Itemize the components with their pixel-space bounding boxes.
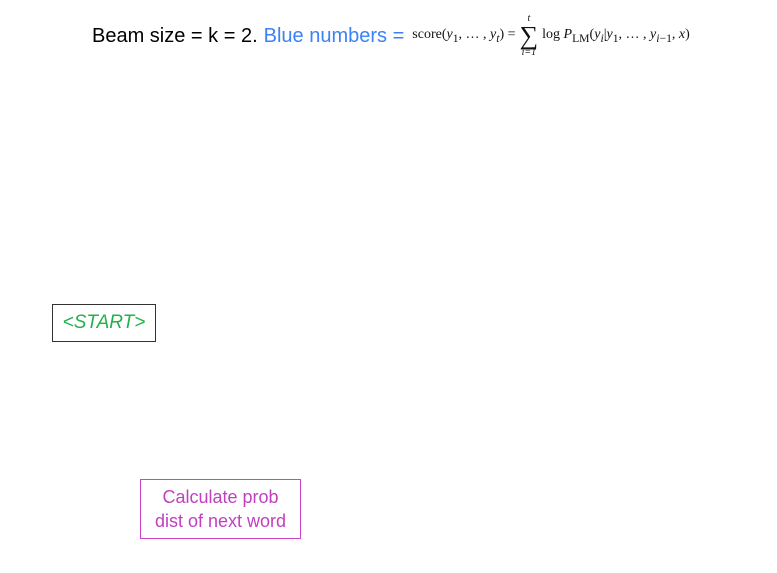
formula-lhs: score(y1, … , yt) = [412,27,516,45]
calculate-prob-box: Calculate prob dist of next word [140,479,301,539]
sum-lower-limit: i=1 [521,47,537,58]
start-node: <START> [52,304,156,342]
beam-size-text: Beam size = k = 2. [92,24,258,47]
blue-numbers-label: Blue numbers = [263,24,405,47]
summation-symbol: t ∑ i=1 [519,13,539,58]
calc-box-line-1: Calculate prob [162,487,279,507]
score-formula: score(y1, … , yt) = t ∑ i=1 log PLM(yi|y… [412,14,690,58]
calc-box-line-2: dist of next word [154,511,287,531]
formula-rhs: log PLM(yi|y1, … , yi−1, x) [542,27,690,45]
start-node-label: <START> [62,312,146,333]
slide-header: Beam size = k = 2. Blue numbers = score(… [92,14,690,58]
